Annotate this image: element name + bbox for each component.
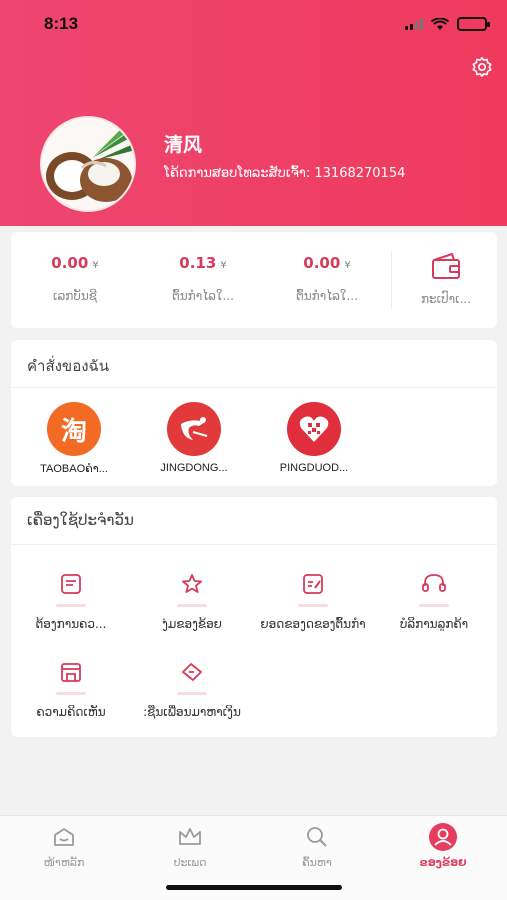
tool-invite-friends[interactable]: :ຊືນເພື່ອນມາຫາເງິນ <box>132 657 252 719</box>
tab-label: ຂອງຂ້ອຍ <box>419 856 467 869</box>
status-icons <box>405 17 490 31</box>
battery-icon <box>457 17 490 31</box>
order-jingdong[interactable]: JINGDONG... <box>139 402 249 474</box>
currency-symbol: ¥ <box>220 260 227 271</box>
tool-requirements[interactable]: ຕ້ອງການຄວ... <box>11 569 131 631</box>
stat-value: 0.13 <box>179 254 217 272</box>
status-bar: 8:13 <box>0 0 507 48</box>
tool-label: ຍອດຂອງດຂອງຕົ້ນກຳ <box>260 617 366 631</box>
stat-label: ເລກບັນຊີ <box>53 289 97 303</box>
profile-header: 8:13 清风 ໂຄ້ດການສອບໂທລະສັບເຈົ້າ: 13168270… <box>0 0 507 226</box>
stat-label: ຕົ້ນກຳໄລໃ... <box>296 289 358 303</box>
tab-home[interactable]: ໜ້າຫລັກ <box>4 822 124 869</box>
divider <box>11 387 497 388</box>
tab-label: ໜ້າຫລັກ <box>43 856 85 869</box>
order-taobao[interactable]: 淘 TAOBAOຄຳ... <box>19 402 129 475</box>
tab-label: ຄົ້ນຫາ <box>302 856 332 869</box>
username: 清风 <box>164 134 203 156</box>
edit-icon <box>298 569 328 607</box>
tool-my-group[interactable]: ງຸ່ມຂອງຂ້ອຍ <box>132 569 252 631</box>
wallet-icon <box>432 253 460 279</box>
order-label: JINGDONG... <box>160 462 228 474</box>
coconut-image <box>42 118 134 210</box>
wifi-icon <box>431 17 449 30</box>
order-label: PINGDUOD... <box>279 462 349 474</box>
profile-icon <box>428 822 458 852</box>
jingdong-icon <box>167 402 221 456</box>
order-label: TAOBAOຄຳ... <box>40 463 108 475</box>
settings-button[interactable] <box>469 54 495 80</box>
divider <box>391 252 392 308</box>
gear-icon <box>472 57 492 77</box>
wallet-label: ກະເປົາເ... <box>420 292 472 306</box>
currency-symbol: ¥ <box>344 260 351 271</box>
coupon-icon <box>177 657 207 695</box>
section-title: คำสั่งของฉัน <box>27 357 109 375</box>
headset-icon <box>419 569 449 607</box>
invite-code[interactable]: ໂຄ້ດການສອບໂທລະສັບເຈົ້າ: 13168270154 <box>164 166 405 181</box>
tab-label: ປະເພດ <box>173 856 207 869</box>
star-icon <box>177 569 207 607</box>
tool-label: ງຸ່ມຂອງຂ້ອຍ <box>162 617 222 631</box>
tool-earnings[interactable]: ຍອດຂອງດຂອງຕົ້ນກຳ <box>253 569 373 631</box>
tools-card: ເຄື່ອງໃຊ້ປະຈຳວັນ ຕ້ອງການຄວ... ງຸ່ມຂອງຂ້ອ… <box>11 497 497 737</box>
document-icon <box>56 569 86 607</box>
taobao-icon: 淘 <box>47 402 101 456</box>
stat-income-2[interactable]: 0.00 ¥ ຕົ້ນກຳໄລໃ... <box>263 232 391 328</box>
tool-label: :ຊືນເພື່ອນມາຫາເງິນ <box>143 705 241 719</box>
tab-category[interactable]: ປະເພດ <box>130 822 250 869</box>
pinduoduo-icon <box>287 402 341 456</box>
order-pinduoduo[interactable]: PINGDUOD... <box>259 402 369 474</box>
tool-label: ຄວາມຄິດເຫັນ <box>36 705 106 719</box>
crown-icon <box>175 822 205 852</box>
wallet-button[interactable]: ກະເປົາເ... <box>395 232 497 328</box>
stat-value: 0.00 <box>51 254 89 272</box>
signal-icon <box>405 18 423 30</box>
tab-profile[interactable]: ຂອງຂ້ອຍ <box>383 822 503 869</box>
section-title: ເຄື່ອງໃຊ້ປະຈຳວັນ <box>27 511 134 529</box>
orders-card: คำสั่งของฉัน 淘 TAOBAOຄຳ... JINGDONG... P… <box>11 340 497 486</box>
tool-label: ບໍລິການລູກຄ້າ <box>399 617 469 631</box>
tool-customer-service[interactable]: ບໍລິການລູກຄ້າ <box>374 569 494 631</box>
tab-search[interactable]: ຄົ້ນຫາ <box>257 822 377 869</box>
tool-label: ຕ້ອງການຄວ... <box>35 617 107 631</box>
stat-label: ຕົ້ນກຳໄລໃ... <box>172 289 234 303</box>
stat-value: 0.00 <box>303 254 341 272</box>
stat-income-1[interactable]: 0.13 ¥ ຕົ້ນກຳໄລໃ... <box>139 232 267 328</box>
home-icon <box>49 822 79 852</box>
tool-feedback[interactable]: ຄວາມຄິດເຫັນ <box>11 657 131 719</box>
status-time: 8:13 <box>44 14 79 33</box>
stat-balance[interactable]: 0.00 ¥ ເລກບັນຊີ <box>11 232 139 328</box>
divider <box>11 544 497 545</box>
store-icon <box>56 657 86 695</box>
currency-symbol: ¥ <box>92 260 99 271</box>
wallet-card: 0.00 ¥ ເລກບັນຊີ 0.13 ¥ ຕົ້ນກຳໄລໃ... 0.00 ¥ … <box>11 232 497 328</box>
home-indicator <box>166 885 342 890</box>
avatar[interactable] <box>40 116 136 212</box>
search-icon <box>302 822 332 852</box>
